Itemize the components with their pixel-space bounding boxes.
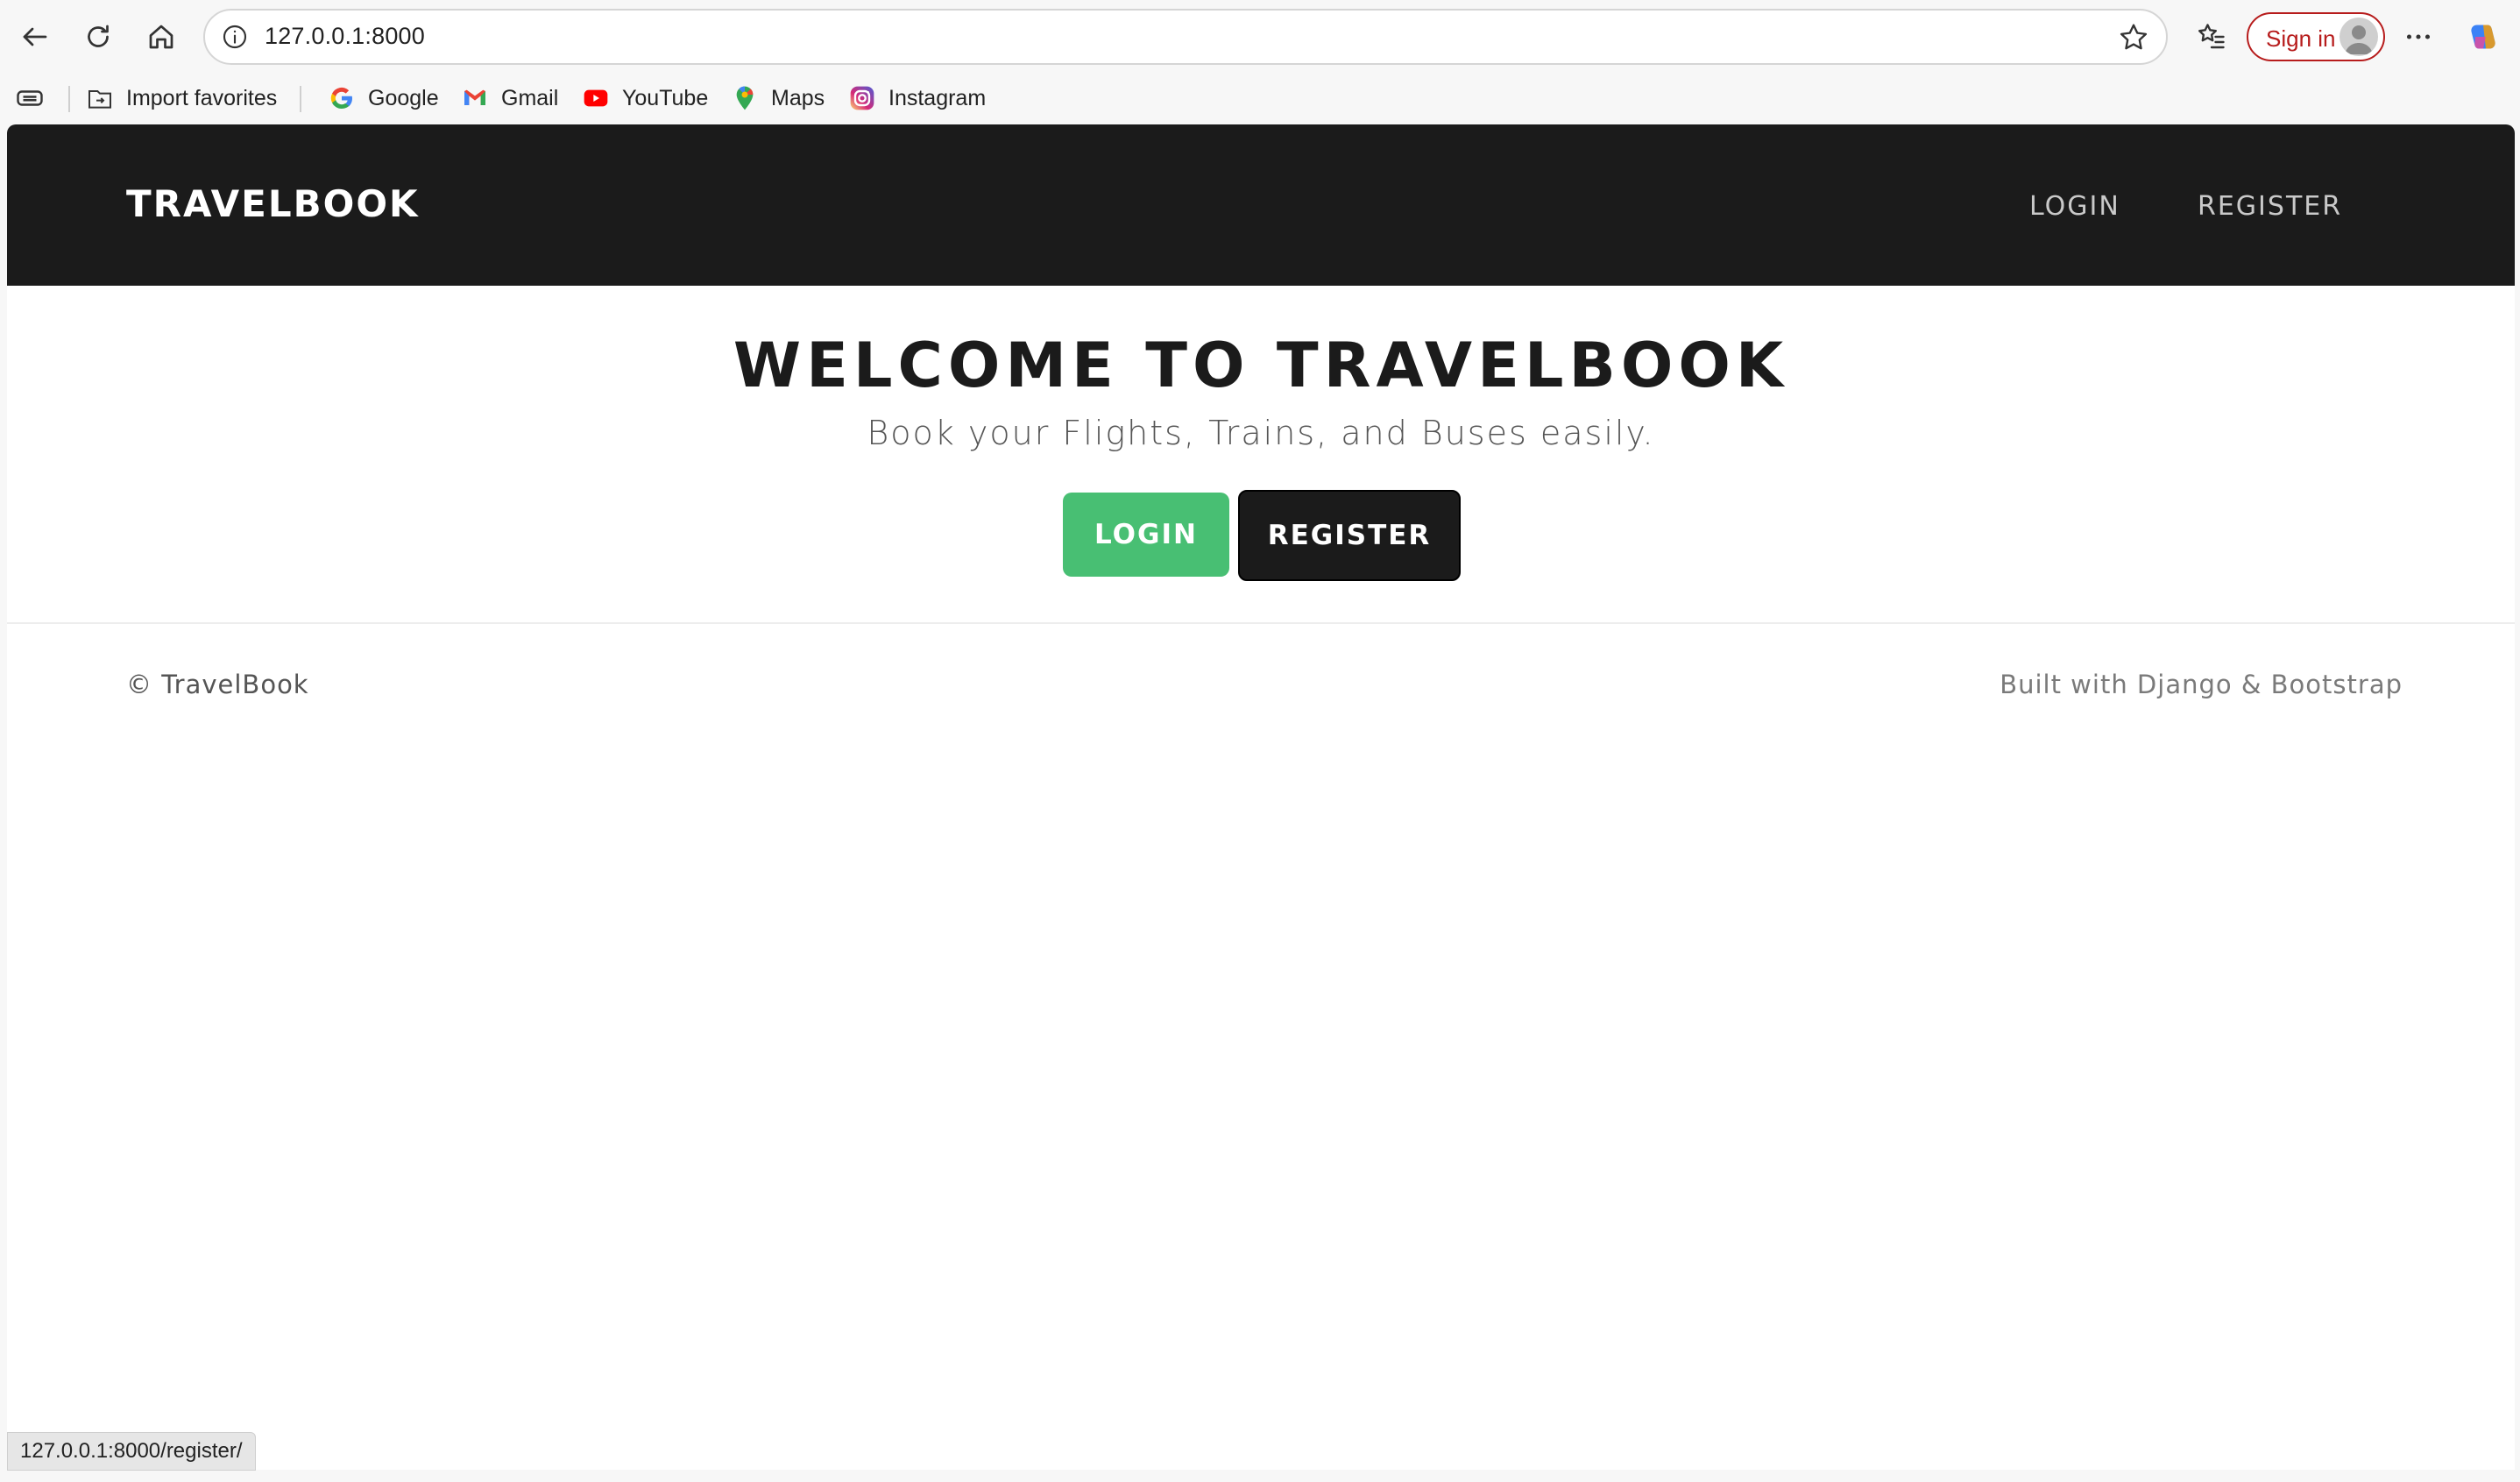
footer-copyright: © TravelBook: [126, 670, 309, 699]
bookmark-maps[interactable]: Maps: [731, 81, 825, 116]
hero-title: WELCOME TO TRAVELBOOK: [733, 330, 1789, 401]
bookmark-label: Maps: [771, 85, 825, 110]
youtube-icon: [582, 84, 610, 112]
hero-subtitle: Book your Flights, Trains, and Buses eas…: [867, 414, 1655, 452]
home-icon[interactable]: [140, 16, 182, 58]
bookmark-label: Import favorites: [126, 85, 278, 110]
favorite-star-icon[interactable]: [2117, 21, 2150, 54]
bookmark-google[interactable]: Google: [328, 81, 439, 116]
register-button[interactable]: REGISTER: [1238, 490, 1461, 581]
nav-login-link[interactable]: LOGIN: [2029, 191, 2120, 222]
url-text[interactable]: 127.0.0.1:8000: [265, 23, 425, 50]
footer-credits: Built with Django & Bootstrap: [2000, 670, 2403, 699]
bookmarks-divider: [68, 86, 70, 112]
address-bar[interactable]: 127.0.0.1:8000: [203, 9, 2168, 65]
favorites-list-icon[interactable]: [2191, 16, 2233, 58]
sign-in-button[interactable]: Sign in: [2247, 12, 2385, 61]
page-viewport: TRAVELBOOK LOGIN REGISTER WELCOME TO TRA…: [7, 124, 2515, 1470]
site-info-icon[interactable]: [221, 23, 249, 51]
maps-icon: [731, 84, 759, 112]
back-arrow-icon[interactable]: [14, 16, 56, 58]
profile-avatar-icon: [2339, 18, 2378, 56]
import-favorites-icon: [86, 84, 114, 112]
bookmark-label: YouTube: [622, 85, 709, 110]
bookmark-label: Instagram: [888, 85, 987, 110]
sign-in-label: Sign in: [2266, 25, 2336, 52]
instagram-icon: [848, 84, 876, 112]
bookmark-import-favorites[interactable]: Import favorites: [86, 81, 277, 116]
nav-register-link[interactable]: REGISTER: [2198, 191, 2342, 222]
login-button[interactable]: LOGIN: [1063, 493, 1229, 577]
google-icon: [328, 84, 356, 112]
footer-divider: [7, 622, 2515, 624]
site-brand[interactable]: TRAVELBOOK: [126, 182, 420, 225]
status-bar-url: 127.0.0.1:8000/register/: [7, 1432, 256, 1471]
bookmark-instagram[interactable]: Instagram: [848, 81, 986, 116]
gmail-icon: [461, 84, 489, 112]
more-options-icon[interactable]: [2397, 16, 2439, 58]
browser-window: 127.0.0.1:8000 Sign in Import favorites …: [0, 0, 2520, 1482]
sidebar-toggle-icon[interactable]: [11, 79, 49, 117]
bookmarks-divider: [300, 86, 301, 112]
copilot-icon[interactable]: [2462, 16, 2504, 58]
bookmarks-bar: Import favorites Google Gmail YouTube Ma…: [0, 74, 2520, 123]
bookmark-label: Google: [368, 85, 439, 110]
bookmark-youtube[interactable]: YouTube: [582, 81, 708, 116]
site-navbar: TRAVELBOOK LOGIN REGISTER: [7, 124, 2515, 286]
bookmark-gmail[interactable]: Gmail: [461, 81, 558, 116]
bookmark-label: Gmail: [501, 85, 559, 110]
browser-toolbar: 127.0.0.1:8000 Sign in: [0, 0, 2520, 74]
refresh-icon[interactable]: [77, 16, 119, 58]
